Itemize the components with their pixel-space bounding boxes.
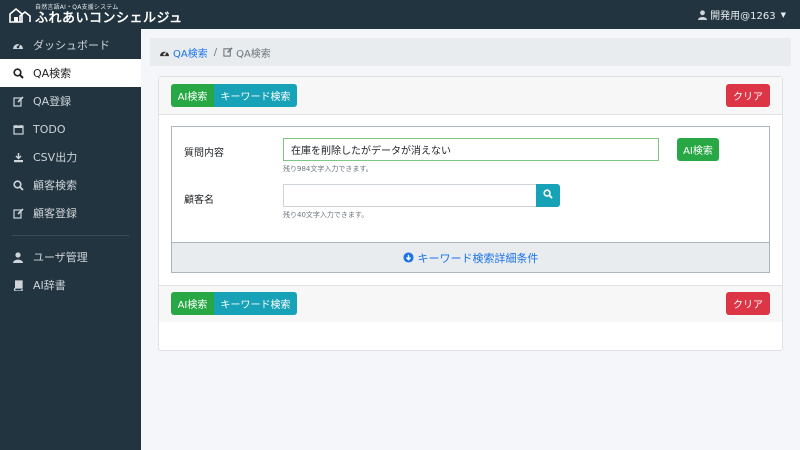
top-bar: 自然言語AI・QA支援システム ふれあいコンシェルジュ 開発用@1263 ▼ xyxy=(0,0,800,29)
edit-icon xyxy=(12,207,24,219)
caret-down-icon: ▼ xyxy=(780,10,786,19)
logo-title: ふれあいコンシェルジュ xyxy=(35,10,183,26)
sidebar-item-ai-dictionary[interactable]: AI辞書 xyxy=(0,271,141,299)
sidebar-item-dashboard[interactable]: ダッシュボード xyxy=(0,31,141,59)
user-name: 開発用@1263 xyxy=(710,11,776,22)
sidebar-item-qa-search[interactable]: QA検索 xyxy=(0,59,141,87)
question-help-text: 残り984文字入力できます。 xyxy=(283,165,373,173)
breadcrumb-current: QA検索 xyxy=(223,45,271,60)
search-card: AI検索 キーワード検索 クリア 質問内容 在庫を削除したがデータが消えない 残… xyxy=(158,76,783,351)
clear-button[interactable]: クリア xyxy=(726,84,770,107)
search-icon xyxy=(543,189,553,202)
breadcrumb: QA検索 / QA検索 xyxy=(150,38,791,66)
ai-search-button[interactable]: AI検索 xyxy=(171,84,214,107)
customer-name-label: 顧客名 xyxy=(184,195,214,206)
keyword-search-button[interactable]: キーワード検索 xyxy=(214,84,297,107)
card-footer: AI検索 キーワード検索 クリア xyxy=(159,285,782,322)
sidebar-item-customer-register[interactable]: 顧客登録 xyxy=(0,199,141,227)
clear-button-bottom[interactable]: クリア xyxy=(726,292,770,315)
edit-icon xyxy=(12,95,24,107)
sidebar-item-customer-search[interactable]: 顧客検索 xyxy=(0,171,141,199)
sidebar-item-todo[interactable]: TODO xyxy=(0,115,141,143)
customer-search-button[interactable] xyxy=(536,184,560,207)
search-icon xyxy=(12,67,24,79)
sidebar-item-qa-register[interactable]: QA登録 xyxy=(0,87,141,115)
calendar-icon xyxy=(12,123,24,135)
keyword-detail-label: キーワード検索詳細条件 xyxy=(417,251,539,265)
logo-icon xyxy=(8,7,32,23)
customer-help-text: 残り40文字入力できます。 xyxy=(283,211,369,219)
customer-name-input[interactable] xyxy=(283,184,537,207)
user-icon xyxy=(12,251,24,263)
main-content: QA検索 / QA検索 AI検索 キーワード検索 クリア 質問内容 在庫を削除し… xyxy=(141,29,800,450)
sidebar-item-label: QA登録 xyxy=(33,95,72,108)
sidebar-item-label: CSV出力 xyxy=(33,151,78,164)
breadcrumb-current-label: QA検索 xyxy=(236,48,271,60)
ai-search-inline-button[interactable]: AI検索 xyxy=(677,138,719,161)
user-icon xyxy=(698,9,708,20)
sidebar-item-label: QA検索 xyxy=(33,67,72,80)
sidebar-item-label: AI辞書 xyxy=(33,279,66,292)
search-form: 質問内容 在庫を削除したがデータが消えない 残り984文字入力できます。 AI検… xyxy=(171,126,770,273)
download-icon xyxy=(12,151,24,163)
sidebar-item-label: 顧客検索 xyxy=(33,179,77,192)
breadcrumb-link-label: QA検索 xyxy=(173,48,208,60)
keyword-detail-toggle[interactable]: キーワード検索詳細条件 xyxy=(172,242,769,272)
question-label: 質問内容 xyxy=(184,148,224,159)
search-icon xyxy=(12,179,24,191)
breadcrumb-link-qa-search[interactable]: QA検索 xyxy=(159,45,208,60)
question-input[interactable]: 在庫を削除したがデータが消えない xyxy=(283,138,659,161)
user-menu[interactable]: 開発用@1263 ▼ xyxy=(698,0,786,29)
edit-icon xyxy=(223,47,233,57)
dashboard-icon xyxy=(12,39,24,51)
book-icon xyxy=(12,279,24,291)
keyword-search-button-bottom[interactable]: キーワード検索 xyxy=(214,292,297,315)
sidebar-divider xyxy=(12,235,129,236)
sidebar-item-csv-export[interactable]: CSV出力 xyxy=(0,143,141,171)
arrow-circle-down-icon xyxy=(402,252,414,263)
breadcrumb-separator: / xyxy=(213,46,218,58)
ai-search-button-bottom[interactable]: AI検索 xyxy=(171,292,214,315)
dashboard-icon xyxy=(159,48,170,57)
sidebar-item-label: ダッシュボード xyxy=(33,39,110,52)
logo-subtitle: 自然言語AI・QA支援システム xyxy=(35,3,119,11)
sidebar-item-user-management[interactable]: ユーザ管理 xyxy=(0,243,141,271)
sidebar-item-label: 顧客登録 xyxy=(33,207,77,220)
sidebar: ダッシュボード QA検索 QA登録 TODO CSV出力 顧客検索 顧客登録 ユ… xyxy=(0,29,141,450)
card-header: AI検索 キーワード検索 クリア xyxy=(159,77,782,115)
app-logo[interactable]: 自然言語AI・QA支援システム ふれあいコンシェルジュ xyxy=(0,3,183,26)
sidebar-item-label: TODO xyxy=(33,122,66,136)
sidebar-item-label: ユーザ管理 xyxy=(33,251,88,264)
